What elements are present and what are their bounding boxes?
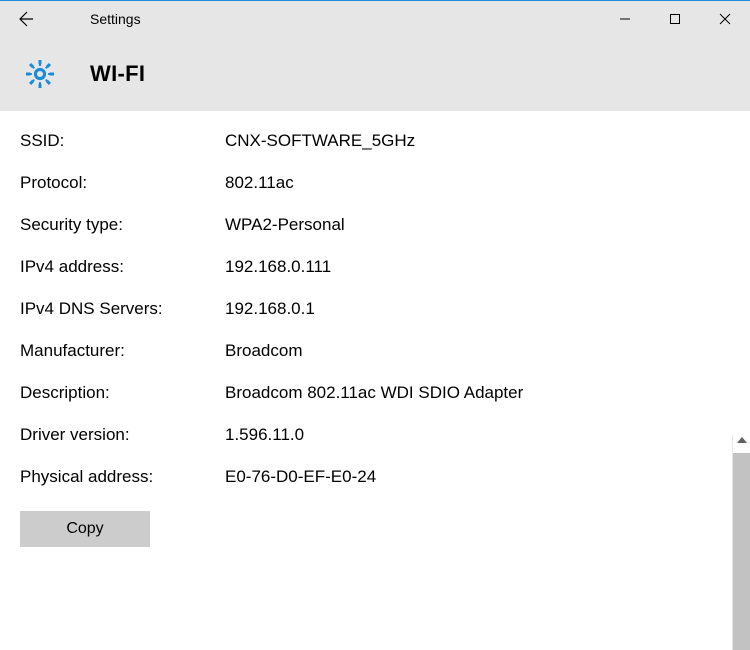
page-header: WI-FI	[0, 36, 750, 111]
scroll-up-arrow-icon	[737, 437, 747, 443]
minimize-button[interactable]	[600, 1, 650, 36]
value-manufacturer: Broadcom	[225, 341, 730, 361]
window-title: Settings	[90, 11, 600, 27]
properties-list: SSID: CNX-SOFTWARE_5GHz Protocol: 802.11…	[20, 131, 730, 487]
value-description: Broadcom 802.11ac WDI SDIO Adapter	[225, 383, 730, 403]
titlebar: Settings	[0, 1, 750, 36]
label-manufacturer: Manufacturer:	[20, 341, 225, 361]
back-button[interactable]	[0, 1, 50, 36]
value-ssid: CNX-SOFTWARE_5GHz	[225, 131, 730, 151]
label-physical-address: Physical address:	[20, 467, 225, 487]
settings-gear-icon	[20, 58, 60, 90]
label-ipv4-dns: IPv4 DNS Servers:	[20, 299, 225, 319]
label-ssid: SSID:	[20, 131, 225, 151]
value-driver-version: 1.596.11.0	[225, 425, 730, 445]
value-physical-address: E0-76-D0-EF-E0-24	[225, 467, 730, 487]
close-button[interactable]	[700, 1, 750, 36]
label-driver-version: Driver version:	[20, 425, 225, 445]
arrow-left-icon	[15, 9, 35, 29]
value-security-type: WPA2-Personal	[225, 215, 730, 235]
maximize-icon	[669, 13, 681, 25]
label-protocol: Protocol:	[20, 173, 225, 193]
scrollbar-thumb[interactable]	[732, 435, 750, 650]
value-ipv4-dns: 192.168.0.1	[225, 299, 730, 319]
copy-button[interactable]: Copy	[20, 511, 150, 547]
content-area: SSID: CNX-SOFTWARE_5GHz Protocol: 802.11…	[0, 111, 750, 650]
window-controls	[600, 1, 750, 36]
scrollbar-thumb-handle[interactable]	[733, 453, 750, 650]
minimize-icon	[619, 13, 631, 25]
page-title: WI-FI	[90, 61, 145, 87]
label-description: Description:	[20, 383, 225, 403]
label-security-type: Security type:	[20, 215, 225, 235]
maximize-button[interactable]	[650, 1, 700, 36]
close-icon	[719, 13, 731, 25]
value-protocol: 802.11ac	[225, 173, 730, 193]
value-ipv4-address: 192.168.0.111	[225, 257, 730, 277]
label-ipv4-address: IPv4 address:	[20, 257, 225, 277]
